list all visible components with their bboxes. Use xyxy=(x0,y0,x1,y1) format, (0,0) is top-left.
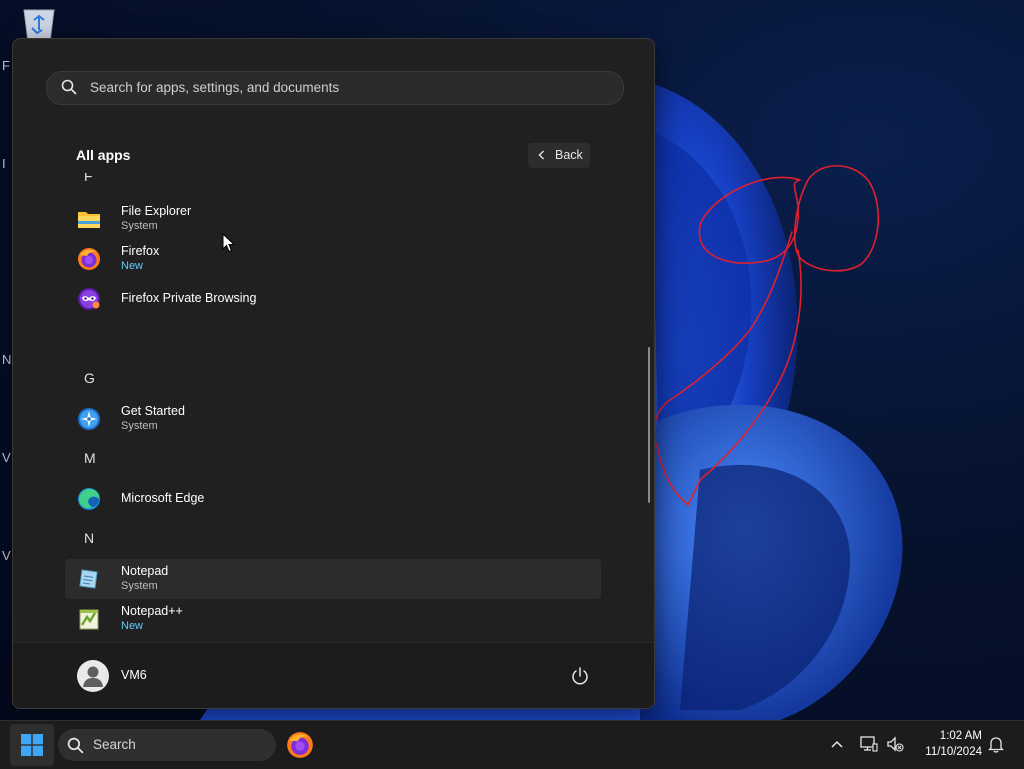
app-subtitle: System xyxy=(121,420,158,432)
app-name: Get Started xyxy=(121,404,185,418)
app-notepad-plus-plus[interactable]: Notepad++ New xyxy=(65,599,601,639)
app-subtitle: New xyxy=(121,620,144,632)
power-icon[interactable] xyxy=(569,665,591,687)
chevron-up-icon[interactable] xyxy=(829,736,845,752)
desktop-icon-label: V xyxy=(2,450,11,465)
edge-icon xyxy=(78,488,100,510)
clock-time: 1:02 AM xyxy=(939,730,982,742)
app-subtitle: System xyxy=(121,580,158,592)
app-file-explorer[interactable]: File Explorer System xyxy=(65,199,601,239)
app-name: Notepad xyxy=(121,564,169,578)
clock-date: 11/10/2024 xyxy=(925,746,982,758)
taskbar-search-label: Search xyxy=(93,737,136,752)
notepad-icon xyxy=(79,569,98,589)
search-icon xyxy=(61,79,77,95)
app-name: Microsoft Edge xyxy=(121,491,205,505)
app-subtitle: New xyxy=(121,260,144,272)
network-icon[interactable] xyxy=(860,735,878,753)
volume-muted-icon[interactable] xyxy=(886,735,904,753)
all-apps-title: All apps xyxy=(76,147,131,163)
firefox-icon xyxy=(78,248,100,270)
app-notepad[interactable]: Notepad System xyxy=(65,559,601,599)
get-started-icon xyxy=(78,408,100,430)
search-placeholder: Search for apps, settings, and documents xyxy=(90,80,340,95)
desktop-icon-label: N xyxy=(2,352,12,367)
windows-logo-icon xyxy=(21,734,43,756)
app-name: Firefox Private Browsing xyxy=(121,291,257,305)
start-search-input[interactable]: Search for apps, settings, and documents xyxy=(46,71,624,105)
start-menu-footer: VM6 xyxy=(13,642,654,708)
letter-header-m[interactable]: M xyxy=(84,450,96,466)
app-list-scrollbar[interactable] xyxy=(648,347,650,503)
mouse-cursor-icon xyxy=(222,233,236,253)
avatar[interactable] xyxy=(77,660,109,692)
letter-header-g[interactable]: G xyxy=(84,370,95,386)
recycle-bin-icon[interactable] xyxy=(20,8,58,42)
desktop-icon-label: I xyxy=(2,156,6,171)
app-subtitle: System xyxy=(121,220,158,232)
notepadpp-icon xyxy=(79,609,99,630)
letter-header-f[interactable]: F xyxy=(84,173,93,184)
firefox-private-icon xyxy=(78,288,100,310)
taskbar: Search 1:02 AM 11/10/2024 xyxy=(0,720,1024,769)
user-icon xyxy=(83,666,103,687)
app-firefox[interactable]: Firefox New xyxy=(65,239,601,279)
back-button[interactable]: Back xyxy=(528,143,590,168)
all-apps-list: F File Explorer System Firefox New Firef… xyxy=(13,173,654,643)
start-menu: Search for apps, settings, and documents… xyxy=(12,38,655,709)
app-name: Notepad++ xyxy=(121,604,183,618)
app-name: File Explorer xyxy=(121,204,192,218)
desktop-icon-label: V xyxy=(2,548,11,563)
taskbar-search[interactable]: Search xyxy=(58,729,276,761)
search-icon xyxy=(67,737,84,754)
chevron-left-icon xyxy=(538,150,544,160)
system-clock[interactable]: 1:02 AM 11/10/2024 xyxy=(912,728,982,760)
desktop-icon-label: F xyxy=(2,58,10,73)
file-explorer-icon xyxy=(78,212,100,228)
notification-bell-icon[interactable] xyxy=(988,736,1004,753)
app-microsoft-edge[interactable]: Microsoft Edge xyxy=(65,479,601,519)
firefox-taskbar-icon[interactable] xyxy=(286,731,314,759)
app-firefox-private[interactable]: Firefox Private Browsing xyxy=(65,279,601,319)
app-get-started[interactable]: Get Started System xyxy=(65,399,601,439)
letter-header-n[interactable]: N xyxy=(84,530,94,546)
user-name[interactable]: VM6 xyxy=(121,668,147,682)
app-name: Firefox xyxy=(121,244,160,258)
back-button-label: Back xyxy=(555,148,583,162)
start-button[interactable] xyxy=(10,724,54,766)
